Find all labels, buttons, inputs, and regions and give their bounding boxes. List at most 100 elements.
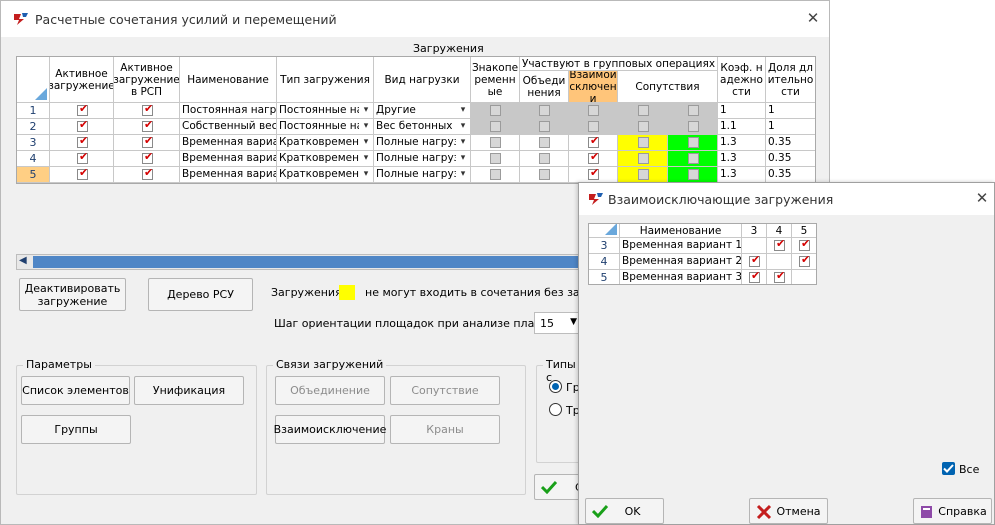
main-titlebar[interactable]: Расчетные сочетания усилий и перемещений…	[1, 1, 829, 37]
grid-cell-mutex[interactable]: ✔	[569, 167, 618, 183]
dialog-ok-button[interactable]: OK	[585, 498, 664, 524]
grid-cell-acc1[interactable]	[618, 135, 668, 151]
grid-cell-load-kind[interactable]: Полные нагрузки ▾	[374, 151, 471, 167]
col-header-name[interactable]: Наименование	[180, 57, 277, 103]
mutex-col-name[interactable]: Наименование	[620, 224, 742, 238]
col-header-load-type[interactable]: Тип загружения	[277, 57, 374, 103]
grid-cell-load-type[interactable]: Постоянные нагрузки▾	[277, 119, 374, 135]
col-header-group-ops[interactable]: Участвуют в групповых операциях	[520, 57, 718, 71]
mutex-row-header[interactable]: 4	[589, 254, 620, 270]
checkbox[interactable]	[588, 105, 599, 116]
grid-cell-mutex[interactable]	[569, 119, 618, 135]
checkbox[interactable]: ✔	[774, 270, 785, 283]
all-checkbox[interactable]	[942, 462, 955, 475]
step-select[interactable]: 15 ▼	[534, 312, 580, 334]
mutex-cell[interactable]	[792, 270, 816, 284]
checkbox[interactable]	[638, 121, 649, 132]
mutex-row-header[interactable]: 5	[589, 270, 620, 284]
dialog-close-icon[interactable]: ✕	[973, 189, 991, 207]
checkbox[interactable]	[539, 137, 550, 148]
mutex-grid-corner[interactable]	[589, 224, 620, 238]
scroll-left-icon[interactable]: ◀	[19, 255, 27, 266]
checkbox[interactable]	[688, 121, 699, 132]
checkbox[interactable]	[638, 137, 649, 148]
mutex-cell[interactable]: ✔	[792, 254, 816, 270]
grid-cell-name[interactable]: Временная вариант 3	[180, 167, 277, 183]
grid-cell-name[interactable]: Собственный вес	[180, 119, 277, 135]
mutex-cell[interactable]	[767, 254, 792, 270]
checkbox[interactable]: ✔	[142, 103, 153, 116]
checkbox[interactable]	[490, 105, 501, 116]
chevron-down-icon[interactable]: ▾	[456, 151, 470, 166]
grid-cell-active-rsp[interactable]: ✔	[114, 135, 180, 151]
checkbox[interactable]: ✔	[799, 238, 810, 251]
grid-cell-duration[interactable]: 1	[766, 119, 815, 135]
grid-cell-duration[interactable]: 0.35	[766, 151, 815, 167]
grid-cell-acc1[interactable]	[618, 151, 668, 167]
grid-cell-coef[interactable]: 1.1	[718, 119, 766, 135]
mutex-cell[interactable]: ✔	[792, 238, 816, 254]
checkbox[interactable]: ✔	[142, 167, 153, 180]
grid-cell-union[interactable]	[520, 151, 569, 167]
grid-cell-load-type[interactable]: Кратковременные ▾	[277, 135, 374, 151]
grid-cell-acc1[interactable]	[618, 167, 668, 183]
mutex-cell[interactable]: ✔	[767, 270, 792, 284]
grid-cell-acc1[interactable]	[618, 119, 668, 135]
union-button[interactable]: Объединение	[275, 376, 385, 405]
chevron-down-icon[interactable]: ▾	[359, 167, 373, 182]
grid-cell-duration[interactable]: 0.35	[766, 135, 815, 151]
chevron-down-icon[interactable]: ▾	[359, 103, 373, 118]
main-close-icon[interactable]: ✕	[804, 9, 822, 27]
chevron-down-icon[interactable]: ▾	[456, 103, 470, 118]
checkbox[interactable]: ✔	[77, 135, 88, 148]
grid-cell-duration[interactable]: 1	[766, 103, 815, 119]
grid-cell-active[interactable]: ✔	[50, 167, 114, 183]
chevron-down-icon[interactable]: ▾	[359, 119, 373, 134]
col-header-coef[interactable]: Коэф. надежности	[718, 57, 766, 103]
checkbox[interactable]: ✔	[588, 151, 599, 164]
row-header[interactable]: 3	[17, 135, 50, 151]
grid-cell-load-type[interactable]: Кратковременные ▾	[277, 167, 374, 183]
col-header-union[interactable]: Объединения	[520, 71, 569, 103]
checkbox[interactable]	[539, 153, 550, 164]
grid-cell-union[interactable]	[520, 119, 569, 135]
grid-cell-duration[interactable]: 0.35	[766, 167, 815, 183]
radio-group-type-1[interactable]	[549, 380, 562, 393]
checkbox[interactable]: ✔	[799, 254, 810, 267]
checkbox[interactable]: ✔	[77, 119, 88, 132]
grid-cell-acc2[interactable]	[668, 135, 718, 151]
checkbox[interactable]	[490, 137, 501, 148]
grid-cell-coef[interactable]: 1	[718, 103, 766, 119]
checkbox[interactable]	[539, 169, 550, 180]
grid-cell-load-type[interactable]: Постоянные нагрузки▾	[277, 103, 374, 119]
mutex-button[interactable]: Взаимоисключение	[274, 415, 386, 444]
grid-cell-mutex[interactable]: ✔	[569, 135, 618, 151]
grid-cell-mutex[interactable]: ✔	[569, 151, 618, 167]
checkbox[interactable]: ✔	[142, 135, 153, 148]
main-ok-button[interactable]: С	[534, 474, 584, 500]
accompany-button[interactable]: Сопутствие	[390, 376, 500, 405]
grid-cell-active-rsp[interactable]: ✔	[114, 103, 180, 119]
checkbox[interactable]	[688, 105, 699, 116]
checkbox[interactable]: ✔	[749, 270, 760, 283]
checkbox[interactable]	[638, 169, 649, 180]
col-header-active[interactable]: Активное загружение	[50, 57, 114, 103]
grid-cell-load-kind[interactable]: Вес бетонных (▾	[374, 119, 471, 135]
col-header-mutex[interactable]: Взаимоисключени	[569, 71, 618, 103]
col-header-active-rsp[interactable]: Активное загружение в РСП	[114, 57, 180, 103]
grid-cell-load-kind[interactable]: Полные нагрузки ▾	[374, 135, 471, 151]
checkbox[interactable]	[588, 121, 599, 132]
checkbox[interactable]	[688, 153, 699, 164]
checkbox[interactable]	[490, 121, 501, 132]
dialog-cancel-button[interactable]: Отмена	[749, 498, 828, 524]
grid-cell-acc2[interactable]	[668, 167, 718, 183]
grid-cell-sign[interactable]	[471, 103, 520, 119]
groups-button[interactable]: Группы	[21, 415, 131, 444]
mutex-cell[interactable]	[742, 238, 767, 254]
checkbox[interactable]	[688, 169, 699, 180]
chevron-down-icon[interactable]: ▾	[456, 119, 470, 134]
mutex-row-header[interactable]: 3	[589, 238, 620, 254]
deactivate-button[interactable]: Деактивировать загружение	[19, 278, 126, 311]
grid-cell-active[interactable]: ✔	[50, 103, 114, 119]
mutex-col-5[interactable]: 5	[792, 224, 816, 238]
